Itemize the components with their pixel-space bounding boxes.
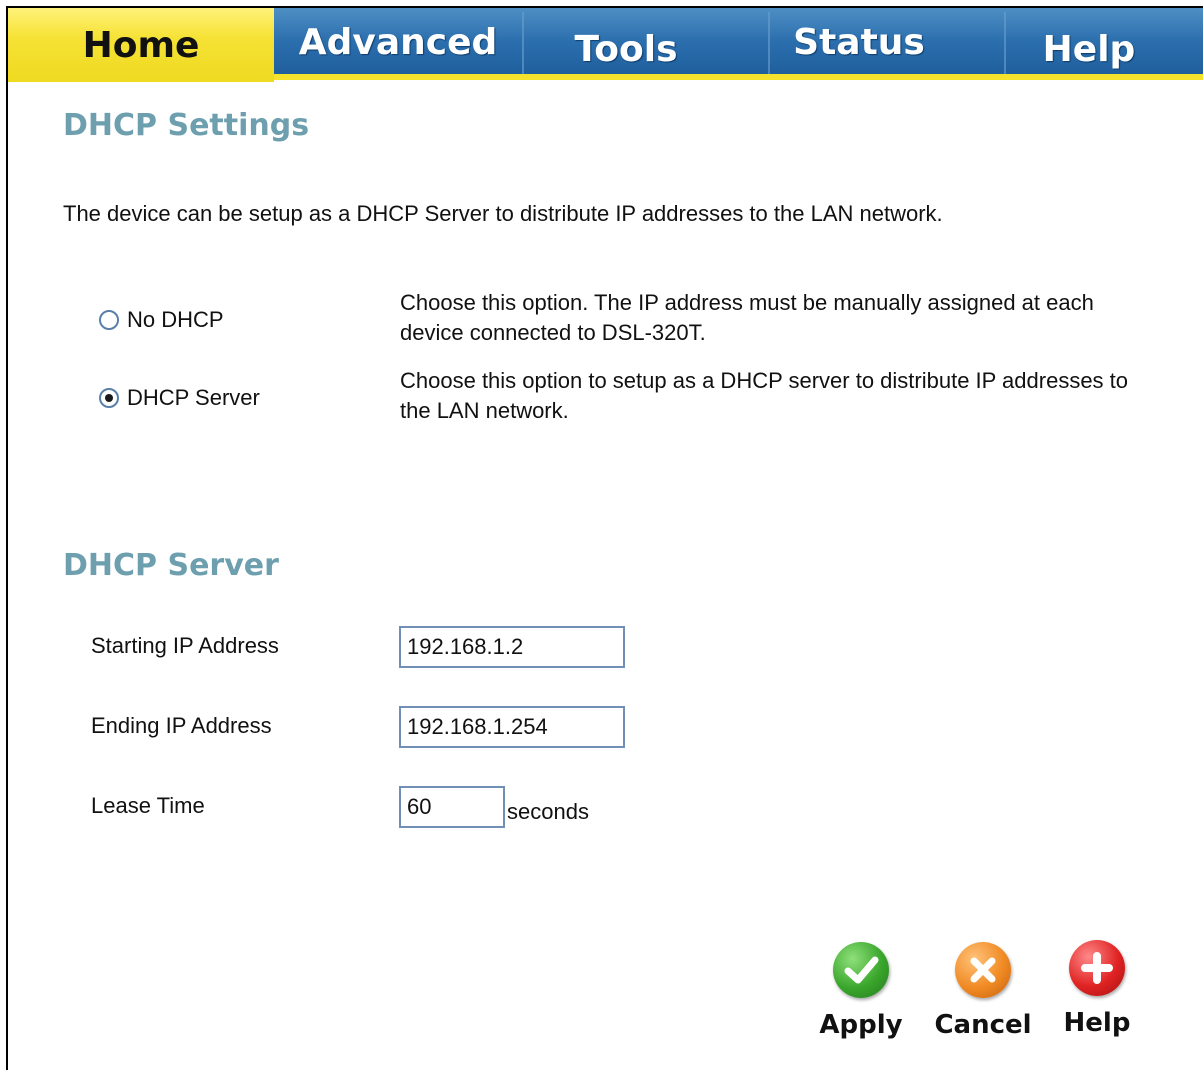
apply-button[interactable]: Apply [818,942,904,1040]
cancel-label: Cancel [934,1010,1032,1040]
plus-icon [1069,940,1125,996]
frame-border-left [6,6,8,1070]
lease-time-label: Lease Time [91,793,205,818]
lease-time-unit: seconds [507,799,589,824]
dhcp-intro-text: The device can be setup as a DHCP Server… [63,201,943,226]
dhcp-server-description: Choose this option to setup as a DHCP se… [400,368,1129,423]
dhcp-settings-title: DHCP Settings [63,108,310,143]
starting-ip-field[interactable] [399,626,625,668]
help-label: Help [1063,1008,1131,1038]
no-dhcp-label: No DHCP [127,307,224,332]
starting-ip-label: Starting IP Address [91,633,279,658]
tab-advanced[interactable]: Advanced [274,8,522,80]
cancel-button[interactable]: Cancel [934,942,1032,1040]
dhcp-server-radio-option[interactable]: DHCP Server [99,385,260,411]
apply-label: Apply [819,1010,903,1040]
tab-status[interactable]: Status [770,8,948,80]
tab-home[interactable]: Home [8,8,274,82]
tab-tools[interactable]: Tools [524,8,728,80]
ending-ip-field[interactable] [399,706,625,748]
tab-help[interactable]: Help [1006,8,1172,80]
checkmark-icon [833,942,889,998]
dhcp-server-title: DHCP Server [63,548,279,583]
help-button[interactable]: Help [1062,940,1132,1038]
no-dhcp-radio-option[interactable]: No DHCP [99,307,224,333]
x-icon [955,942,1011,998]
lease-time-field[interactable] [399,786,505,828]
dhcp-server-radio[interactable] [99,388,119,408]
main-tab-bar: Home Advanced Tools Status Help [8,8,1203,82]
dhcp-server-label: DHCP Server [127,385,260,410]
no-dhcp-radio[interactable] [99,310,119,330]
no-dhcp-description: Choose this option. The IP address must … [400,290,1094,345]
ending-ip-label: Ending IP Address [91,713,272,738]
